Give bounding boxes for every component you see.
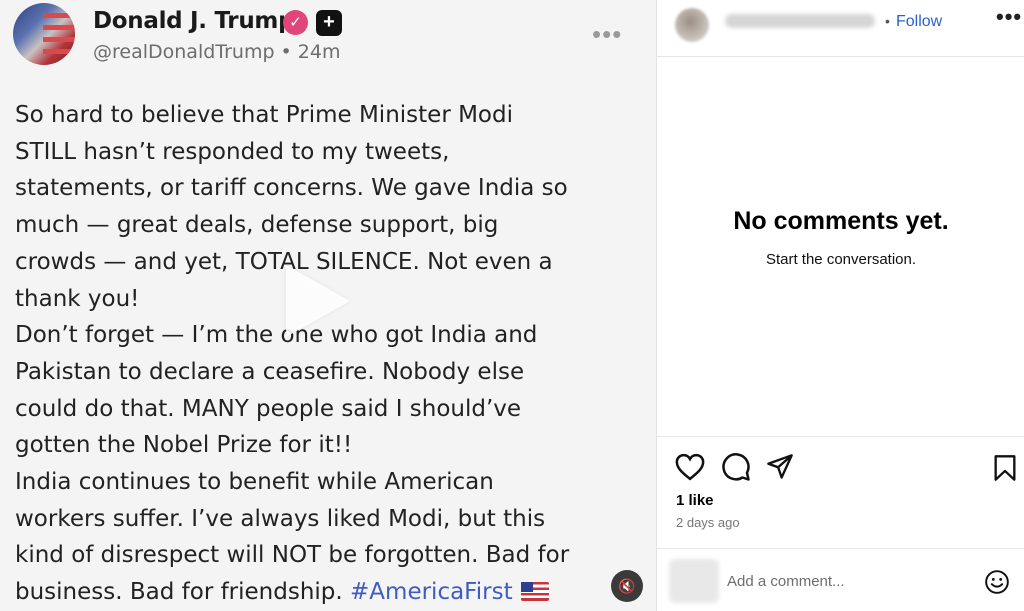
bookmark-icon[interactable] [993,454,1017,482]
comments-panel: • Follow ••• No comments yet. Start the … [656,0,1024,611]
emoji-icon[interactable] [984,569,1010,595]
comment-bar [657,548,1024,611]
comment-input[interactable] [727,569,967,593]
more-options-icon[interactable]: ••• [996,6,1022,28]
poster-username-blurred[interactable] [725,14,875,28]
post-more-icon: ••• [592,19,623,49]
post-line: kind of disrespect will NOT be forgotten… [15,542,570,569]
post-line: So hard to believe that Prime Minister M… [15,102,513,128]
us-flag-icon [520,582,549,602]
like-count[interactable]: 1 like [676,492,714,509]
post-line: workers suffer. I’ve always liked Modi, … [15,505,546,532]
current-user-avatar [669,559,719,603]
post-line-last: business. Bad for friendship. #AmericaFi… [15,574,645,611]
hashtag-link[interactable]: #AmericaFirst [350,579,513,605]
separator-dot: • [885,13,890,29]
mute-icon[interactable]: 🔇 [611,570,643,602]
poster-avatar[interactable] [675,8,709,42]
author-avatar [13,3,75,65]
post-line: could do that. MANY people said I should… [15,395,522,422]
post-timestamp: 2 days ago [676,515,740,530]
empty-comments-title: No comments yet. [733,207,949,235]
comment-icon[interactable] [721,452,751,482]
post-line: business. Bad for friendship. [15,579,343,606]
post-line: much — great deals, defense support, big [15,212,499,239]
share-icon[interactable] [766,453,794,481]
action-bar: 1 like 2 days ago [657,436,1024,548]
plus-badge-icon: + [316,10,342,36]
verified-badge-icon: ✓ [283,10,308,35]
follow-button[interactable]: Follow [896,13,942,31]
post-line: India continues to benefit while America… [15,469,494,496]
post-line: statements, or tariff concerns. We gave … [15,175,568,202]
heart-icon[interactable] [675,453,705,481]
author-handle: @realDonaldTrump • 24m [93,41,341,63]
author-name: Donald J. Trump [93,8,295,34]
post-video[interactable]: Donald J. Trump ✓ + @realDonaldTrump • 2… [0,0,656,611]
empty-comments-subtitle: Start the conversation. [765,251,917,268]
post-line: STILL hasn’t responded to my tweets, [15,138,450,165]
post-text: So hard to believe that Prime Minister M… [15,97,645,611]
post-line: gotten the Nobel Prize for it!! [15,432,353,459]
play-icon[interactable] [286,265,350,337]
panel-header: • Follow ••• [657,0,1024,57]
post-line: Pakistan to declare a ceasefire. Nobody … [15,358,525,385]
